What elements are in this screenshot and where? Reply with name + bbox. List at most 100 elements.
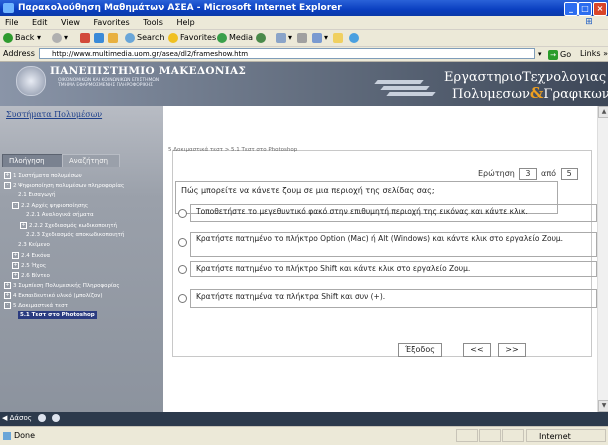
collapse-arrow-icon[interactable]: ◀ <box>2 414 7 422</box>
mail-icon <box>276 32 286 43</box>
tree-item[interactable]: -5 Δοκιμαστικά τεστ <box>4 302 68 309</box>
forward-arrow-icon <box>52 32 62 43</box>
bottom-circle-icon[interactable] <box>52 414 61 422</box>
windows-logo-icon: ⊞ <box>578 16 600 29</box>
go-arrow-icon: → <box>548 50 558 60</box>
option-4[interactable]: Κρατήστε πατημένα τα πλήκτρα Shift και σ… <box>190 289 597 308</box>
menu-tools[interactable]: Tools <box>143 18 163 27</box>
tree-item[interactable]: -2.2 Αρχές ψηφιοποίησης <box>12 202 88 209</box>
mail-button[interactable]: ▾ <box>276 30 292 46</box>
breadcrumb: 5 Δοκιμαστικά τεστ > 5.1 Τεστ στο Photos… <box>168 147 298 153</box>
bottom-panel: ◀ Δάσος <box>2 414 61 422</box>
edit-icon <box>312 32 322 43</box>
option-3[interactable]: Κρατήστε πατημένο το πλήκτρο Shift και κ… <box>190 261 597 277</box>
tree-item[interactable]: -2 Ψηφιοποίηση πολυμέσων πληροφορίας <box>4 182 124 189</box>
option-radio-2[interactable] <box>178 238 187 247</box>
status-text: Done <box>14 431 36 440</box>
university-seal-icon <box>16 66 46 96</box>
tree-item[interactable]: 2.3 Κείμενο <box>18 242 50 248</box>
scroll-down-icon[interactable]: ▼ <box>598 400 608 412</box>
messenger-icon <box>349 32 359 43</box>
address-dropdown-icon[interactable]: ▾ <box>538 47 542 61</box>
history-button[interactable] <box>256 30 268 46</box>
menu-favorites[interactable]: Favorites <box>94 18 130 27</box>
lab-name-line-2: Πολυμεσων&Γραφικων <box>452 84 608 102</box>
window-title: Παρακολούθηση Μαθημάτων ΑΣΕΑ - Microsoft… <box>18 3 342 13</box>
tab-navigation[interactable]: Πλοήγηση <box>2 154 66 167</box>
tree-item[interactable]: +2.4 Εικόνα <box>12 252 50 259</box>
star-icon <box>168 32 178 43</box>
refresh-button[interactable] <box>94 30 106 46</box>
status-bar: Done Internet <box>0 426 608 445</box>
next-button[interactable]: >> <box>498 343 526 357</box>
discuss-button[interactable] <box>333 30 345 46</box>
option-2[interactable]: Κρατήστε πατημένο το πλήκτρο Option (Mac… <box>190 232 597 257</box>
address-input[interactable]: http://www.multimedia.uom.gr/asea/dl2/fr… <box>39 48 535 59</box>
status-panel <box>456 429 478 442</box>
home-icon <box>108 32 118 43</box>
content-scrollbar[interactable]: ▲ ▼ <box>597 106 608 412</box>
print-button[interactable] <box>297 30 309 46</box>
exit-button[interactable]: Έξοδος <box>398 343 442 357</box>
back-button[interactable]: Back ▾ <box>3 30 41 46</box>
media-icon <box>217 32 227 43</box>
stop-icon <box>80 32 90 43</box>
tree-item[interactable]: 2.2.1 Αναλογικά σήματα <box>26 212 94 218</box>
close-button[interactable]: × <box>593 2 607 16</box>
ie-icon <box>3 3 14 13</box>
search-icon <box>125 32 135 43</box>
go-button[interactable]: → Go <box>548 48 571 62</box>
search-button[interactable]: Search <box>125 30 164 46</box>
menu-file[interactable]: File <box>5 18 18 27</box>
media-button[interactable]: Media <box>217 30 253 46</box>
multimedia-systems-link[interactable]: Συστήματα Πολυμέσων <box>6 110 102 119</box>
tree-item[interactable]: 2.2.3 Σχεδιασμός αποκωδικοποιητή <box>26 232 124 238</box>
links-button[interactable]: Links » <box>580 47 608 61</box>
tree-item[interactable]: 2.1 Εισαγωγή <box>18 192 56 198</box>
address-label: Address <box>3 49 35 58</box>
home-button[interactable] <box>108 30 120 46</box>
bottom-bar: ◀ Δάσος <box>0 412 608 426</box>
forward-button[interactable]: ▾ <box>52 30 68 46</box>
question-counter: Ερώτηση 3 από 5 <box>478 168 580 180</box>
edit-button[interactable]: ▾ <box>312 30 328 46</box>
bottom-label: Δάσος <box>9 414 32 422</box>
menu-view[interactable]: View <box>61 18 80 27</box>
tree-item[interactable]: +1 Συστήματα πολυμέσων <box>4 172 82 179</box>
option-radio-4[interactable] <box>178 294 187 303</box>
status-panel <box>479 429 501 442</box>
question-label: Ερώτηση <box>478 169 515 178</box>
messenger-button[interactable] <box>349 30 361 46</box>
tab-search[interactable]: Αναζήτηση <box>62 154 120 167</box>
bottom-circle-icon[interactable] <box>38 414 47 422</box>
stop-button[interactable] <box>80 30 92 46</box>
menu-bar: File Edit View Favorites Tools Help ⊞ <box>0 16 608 30</box>
previous-button[interactable]: << <box>463 343 491 357</box>
tree-item[interactable]: +2.2.2 Σχεδιασμός κωδικοποιητή <box>20 222 117 229</box>
option-1[interactable]: Τοποθετήστε το μεγεθυντικό φακό στην επι… <box>190 204 597 222</box>
window-title-bar: Παρακολούθηση Μαθημάτων ΑΣΕΑ - Microsoft… <box>0 0 608 16</box>
menu-help[interactable]: Help <box>176 18 194 27</box>
status-panel <box>502 429 524 442</box>
favorites-button[interactable]: Favorites <box>168 30 216 46</box>
page-icon <box>3 432 11 440</box>
tree-item[interactable]: +2.5 Ήχος <box>12 262 46 269</box>
minimize-button[interactable]: _ <box>564 2 578 16</box>
back-arrow-icon <box>3 32 13 43</box>
option-radio-3[interactable] <box>178 265 187 274</box>
tree-item-selected[interactable]: 5.1 Τεστ στο Photoshop <box>18 311 97 319</box>
menu-edit[interactable]: Edit <box>32 18 48 27</box>
tree-item[interactable]: +2.6 Βίντεο <box>12 272 50 279</box>
print-icon <box>297 32 307 43</box>
question-total: 5 <box>560 168 578 180</box>
tree-item[interactable]: +3 Συμπίεση Πολυμεσικής Πληροφορίας <box>4 282 120 289</box>
security-zone: Internet <box>526 429 606 442</box>
tree-item[interactable]: +4 Εκπαιδευτικό υλικό (μπολίζον) <box>4 292 102 299</box>
decorative-stripe <box>386 92 436 96</box>
left-navigation-panel: Συστήματα Πολυμέσων Πλοήγηση Αναζήτηση +… <box>0 106 163 412</box>
scroll-up-icon[interactable]: ▲ <box>598 106 608 118</box>
history-icon <box>256 32 266 43</box>
decorative-stripe <box>374 80 424 84</box>
option-radio-1[interactable] <box>178 209 187 218</box>
maximize-button[interactable]: □ <box>578 2 592 16</box>
